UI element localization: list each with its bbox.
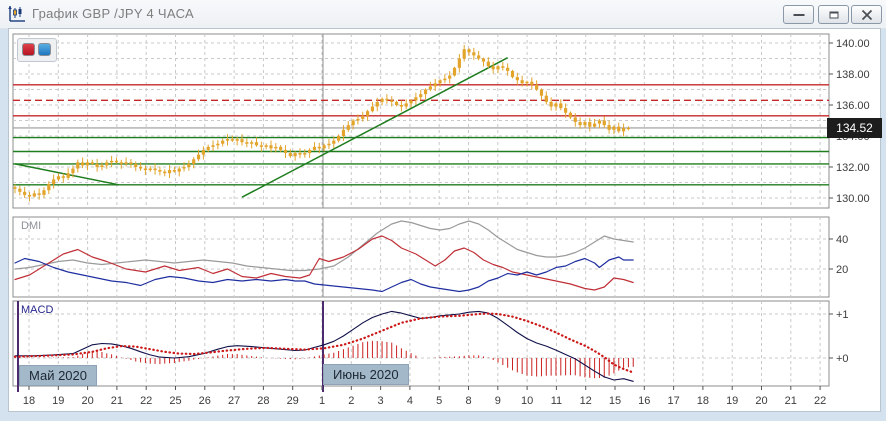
month-label-may: Май 2020 [19,365,97,386]
svg-text:21: 21 [785,395,797,407]
svg-text:20: 20 [836,264,848,276]
chart-toolbar [17,38,57,62]
svg-text:140.00: 140.00 [836,38,870,50]
svg-text:20: 20 [81,395,93,407]
svg-text:21: 21 [111,395,123,407]
window-title: График GBP /JPY 4 ЧАСА [32,6,194,21]
svg-text:27: 27 [228,395,240,407]
svg-text:28: 28 [257,395,269,407]
macd-panel-label: MACD [21,304,53,316]
minimize-button[interactable] [783,5,814,24]
current-price-badge: 134.52 [827,118,882,138]
svg-text:18: 18 [697,395,709,407]
svg-text:+0: +0 [836,353,849,365]
svg-text:12: 12 [580,395,592,407]
svg-text:18: 18 [23,395,35,407]
svg-text:26: 26 [199,395,211,407]
svg-text:9: 9 [495,395,501,407]
svg-text:132.00: 132.00 [836,162,870,174]
svg-text:20: 20 [755,395,767,407]
svg-text:3: 3 [378,395,384,407]
svg-text:4: 4 [407,395,413,407]
application-window: График GBP /JPY 4 ЧАСА 140.00 138.00 136.0… [0,0,886,421]
svg-text:136.00: 136.00 [836,100,870,112]
svg-text:16: 16 [638,395,650,407]
svg-text:10: 10 [521,395,533,407]
svg-text:19: 19 [726,395,738,407]
dmi-panel-label: DMI [21,220,41,232]
window-titlebar[interactable]: График GBP /JPY 4 ЧАСА [0,0,886,29]
month-label-june: Июнь 2020 [323,364,409,385]
close-icon [861,9,872,20]
svg-text:5: 5 [436,395,442,407]
svg-text:19: 19 [52,395,64,407]
restore-button[interactable] [818,5,849,24]
svg-text:22: 22 [140,395,152,407]
chart-container: 140.00138.00136.00134.00132.00130.004020… [8,28,881,412]
candlestick-chart-icon [8,5,26,23]
chart-plot-area[interactable]: 140.00138.00136.00134.00132.00130.004020… [9,29,880,411]
svg-text:25: 25 [169,395,181,407]
minimize-icon [793,14,804,16]
red-marker-button[interactable] [22,43,35,56]
svg-text:11: 11 [551,395,562,407]
svg-text:17: 17 [667,395,679,407]
svg-text:40: 40 [836,234,848,246]
svg-text:2: 2 [348,395,354,407]
svg-text:+1: +1 [836,309,849,321]
blue-marker-button[interactable] [38,43,51,56]
svg-text:22: 22 [814,395,826,407]
close-button[interactable] [851,5,882,24]
restore-icon [829,11,838,18]
svg-text:29: 29 [287,395,299,407]
svg-text:1: 1 [319,395,325,407]
svg-text:8: 8 [465,395,471,407]
svg-text:130.00: 130.00 [836,193,870,205]
svg-text:138.00: 138.00 [836,69,870,81]
svg-text:15: 15 [609,395,621,407]
